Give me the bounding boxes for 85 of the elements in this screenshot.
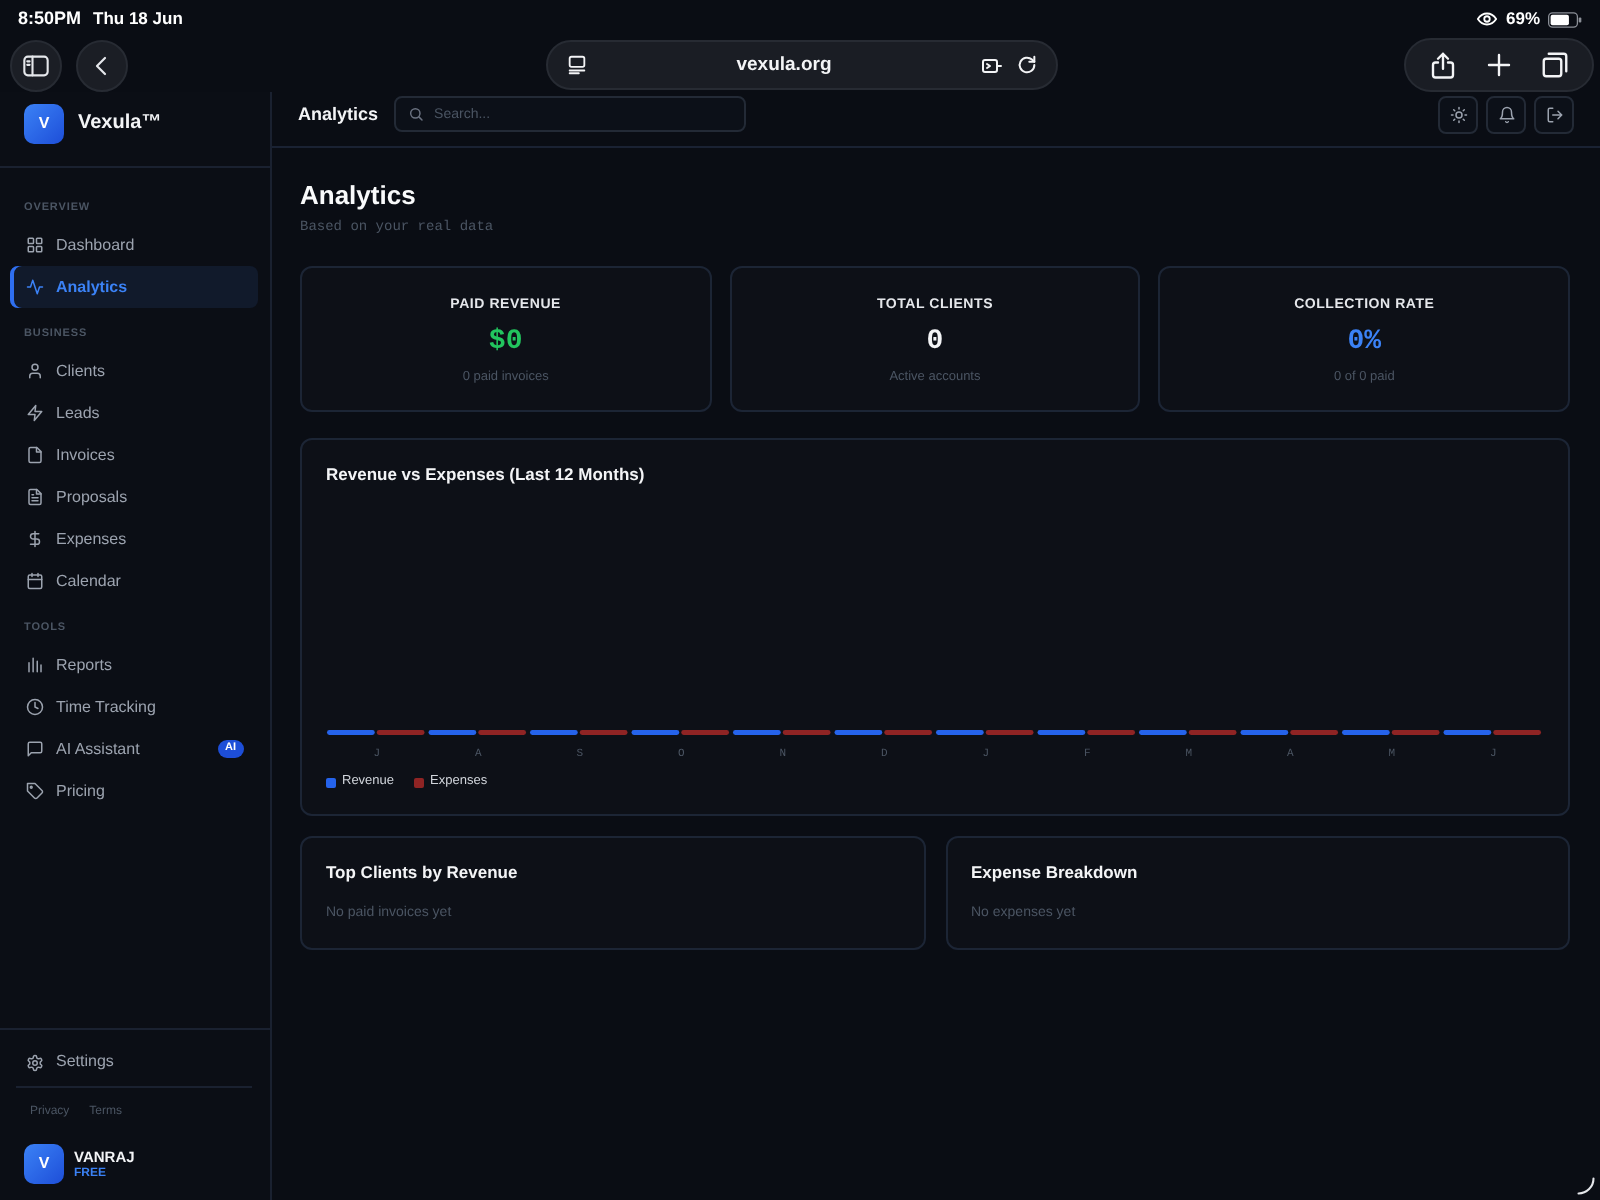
pulse-icon [26, 278, 44, 296]
revenue-bar [530, 730, 578, 735]
expense-bar [478, 730, 526, 735]
logout-button[interactable] [1534, 96, 1574, 134]
expense-bar [1188, 730, 1237, 735]
grid-icon [26, 236, 44, 254]
expense-bar [681, 730, 729, 735]
lightning-icon [26, 404, 44, 422]
clock-time: 8:50PM [18, 8, 82, 30]
revenue-bar [1443, 730, 1492, 735]
header-title: Analytics [298, 102, 379, 128]
share-button[interactable] [1427, 50, 1458, 80]
sidebar-item[interactable]: Clients [10, 350, 258, 392]
resize-corner-icon [1576, 1176, 1596, 1196]
stat-value: 0% [1347, 326, 1382, 360]
search-icon [408, 106, 425, 122]
revenue-bar [1139, 730, 1187, 735]
stat-value: $0 [488, 326, 523, 360]
expense-bar [782, 730, 831, 735]
revenue-bar [936, 730, 984, 735]
expense-bar [1087, 730, 1135, 735]
sidebar-icon [22, 51, 50, 79]
sidebar-item[interactable]: Analytics [10, 266, 258, 308]
person-icon [26, 362, 44, 380]
expense-bar [884, 730, 932, 735]
stat-value: 0 [926, 326, 944, 360]
gear-icon [26, 1053, 44, 1071]
tabs-button[interactable] [1540, 50, 1571, 80]
revenue-bar [733, 730, 781, 735]
battery-percent: 69% [1505, 8, 1540, 30]
new-tab-button[interactable] [1483, 50, 1514, 80]
sidebar-item[interactable]: Proposals [10, 476, 258, 518]
page-menu-icon [566, 54, 588, 76]
chat-bubble-icon [26, 740, 44, 758]
expense-bar [985, 730, 1034, 735]
tag-icon [26, 782, 44, 800]
revenue-bar [1037, 730, 1086, 735]
address-bar[interactable]: vexula.org [546, 40, 1058, 90]
share-icon [1427, 50, 1458, 80]
bell-icon [1497, 106, 1515, 124]
clock-icon [26, 698, 44, 716]
revenue-bar [428, 730, 477, 735]
panel-title: Expense Breakdown [971, 862, 1140, 884]
reload-button[interactable] [1016, 54, 1038, 76]
brand-name: Vexula™ [78, 110, 162, 138]
sidebar-item[interactable]: Pricing [10, 770, 258, 812]
sidebar-item[interactable]: Dashboard [10, 224, 258, 266]
sidebar-item[interactable]: Calendar [10, 560, 258, 602]
plus-icon [1483, 50, 1514, 80]
expense-bar [1290, 730, 1338, 735]
sidebar-toggle-button[interactable] [10, 39, 62, 91]
sidebar-item[interactable]: Expenses [10, 518, 258, 560]
sidebar-item[interactable]: Reports [10, 644, 258, 686]
expense-bar [376, 730, 425, 735]
date-text: Thu 18 Jun [93, 8, 183, 30]
notifications-button[interactable] [1486, 96, 1526, 134]
sidebar-item[interactable]: Invoices [10, 434, 258, 476]
eye-icon [1475, 8, 1498, 30]
logout-icon [1545, 106, 1563, 124]
reload-icon [1016, 54, 1038, 76]
revenue-bar [327, 730, 375, 735]
revenue-bar [1240, 730, 1289, 735]
calendar-icon [26, 572, 44, 590]
tabs-icon [1540, 50, 1571, 80]
panel-title: Top Clients by Revenue [326, 862, 520, 884]
page-title: Analytics [300, 180, 418, 212]
battery-icon [1548, 11, 1582, 27]
brand-logo: V [24, 104, 64, 144]
settings-link[interactable]: Settings [10, 1046, 258, 1078]
theme-toggle-button[interactable] [1438, 96, 1478, 134]
bar-chart-icon [26, 656, 44, 674]
document-icon [26, 446, 44, 464]
dollar-icon [26, 530, 44, 548]
sun-icon [1449, 106, 1467, 124]
revenue-bar [1342, 730, 1390, 735]
text-document-icon [26, 488, 44, 506]
sidebar-item[interactable]: Leads [10, 392, 258, 434]
chart-title: Revenue vs Expenses (Last 12 Months) [326, 464, 647, 486]
expense-bar [1391, 730, 1440, 735]
revenue-bar [834, 730, 883, 735]
expense-bar [1493, 730, 1541, 735]
expense-bar [579, 730, 628, 735]
revenue-bar [631, 730, 680, 735]
sidebar-item[interactable]: Time Tracking [10, 686, 258, 728]
user-avatar: V [24, 1144, 64, 1184]
